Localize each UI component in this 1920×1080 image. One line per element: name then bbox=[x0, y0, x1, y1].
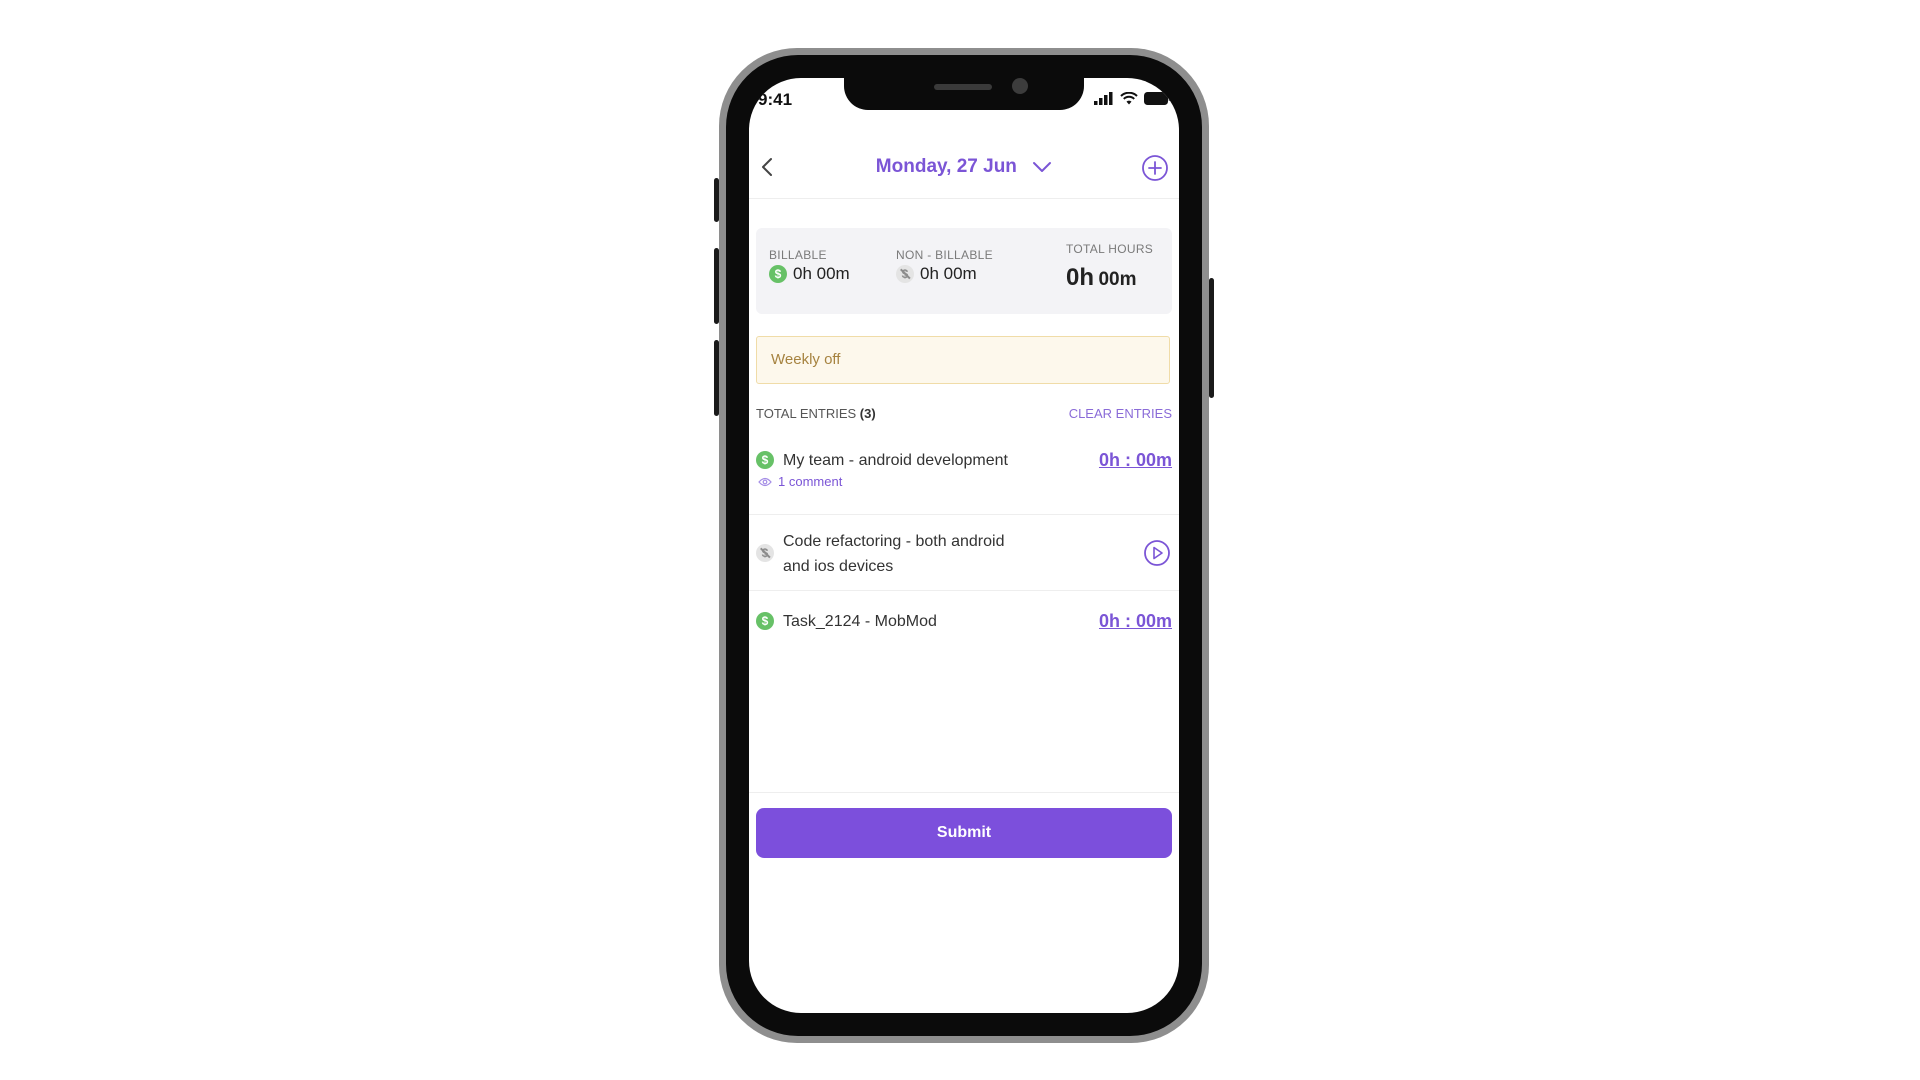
speaker-grille bbox=[934, 84, 992, 90]
status-icons bbox=[1094, 92, 1171, 105]
status-time: 9:41 bbox=[758, 90, 793, 109]
volume-down-button bbox=[714, 340, 719, 416]
total-hours-value: 0h 00m bbox=[1066, 264, 1137, 292]
non-billable-value-text: 0h 00m bbox=[920, 264, 977, 283]
entry-time[interactable]: 0h : 00m bbox=[1099, 450, 1172, 471]
billable-value-text: 0h 00m bbox=[793, 264, 850, 283]
eye-icon bbox=[758, 477, 772, 486]
phone-frame: 9:41 Monday, 27 Jun BILLABLE $ 0h 00m NO… bbox=[714, 48, 1214, 1043]
billable-value: $ 0h 00m bbox=[769, 264, 850, 284]
wifi-icon bbox=[1120, 92, 1138, 105]
comment-count: 1 comment bbox=[778, 474, 843, 489]
total-hours-m: 00m bbox=[1098, 269, 1137, 290]
list-item[interactable]: $ Task_2124 - MobMod 0h : 00m bbox=[749, 591, 1179, 649]
clear-entries-button[interactable]: CLEAR ENTRIES bbox=[1069, 406, 1172, 421]
entries-header: TOTAL ENTRIES (3) CLEAR ENTRIES bbox=[756, 406, 1172, 421]
weekly-off-notice: Weekly off bbox=[756, 336, 1170, 384]
hours-summary-card: BILLABLE $ 0h 00m NON - BILLABLE $ 0h 00… bbox=[756, 228, 1172, 314]
volume-up-button bbox=[714, 248, 719, 324]
list-item[interactable]: $ My team - android development 0h : 00m… bbox=[749, 426, 1179, 515]
front-camera bbox=[1012, 78, 1028, 94]
total-entries-count: (3) bbox=[859, 406, 876, 421]
date-selector[interactable]: Monday, 27 Jun bbox=[749, 156, 1179, 178]
submit-button[interactable]: Submit bbox=[756, 808, 1172, 858]
phone-screen: 9:41 Monday, 27 Jun BILLABLE $ 0h 00m NO… bbox=[749, 78, 1179, 1013]
battery-icon bbox=[1144, 92, 1171, 105]
billable-dollar-icon: $ bbox=[769, 265, 787, 283]
list-item[interactable]: $ Code refactoring - both android and io… bbox=[749, 515, 1179, 591]
footer-divider bbox=[749, 792, 1179, 793]
power-button bbox=[1209, 278, 1214, 398]
billable-label: BILLABLE bbox=[769, 248, 827, 262]
entry-title: Task_2124 - MobMod bbox=[783, 613, 937, 630]
total-hours-label: TOTAL HOURS bbox=[1066, 242, 1154, 256]
silent-switch bbox=[714, 178, 719, 222]
non-billable-dollar-icon: $ bbox=[896, 265, 914, 283]
comment-link[interactable]: 1 comment bbox=[758, 474, 842, 489]
entry-time[interactable]: 0h : 00m bbox=[1099, 611, 1172, 632]
total-hours-h: 0h bbox=[1066, 264, 1095, 291]
total-entries-label: TOTAL ENTRIES (3) bbox=[756, 406, 876, 421]
date-label: Monday, 27 Jun bbox=[875, 156, 1017, 177]
billable-dollar-icon: $ bbox=[756, 451, 774, 469]
entry-title: Code refactoring - both android and ios … bbox=[783, 529, 1004, 579]
notch bbox=[844, 78, 1084, 110]
entry-title-line-1: Code refactoring - both android bbox=[783, 533, 1005, 550]
plus-circle-icon[interactable] bbox=[1141, 154, 1169, 182]
chevron-down-icon bbox=[1033, 161, 1052, 172]
entry-title: My team - android development bbox=[783, 452, 1008, 469]
non-billable-value: $ 0h 00m bbox=[896, 264, 977, 284]
non-billable-dollar-icon: $ bbox=[756, 544, 774, 562]
signal-icon bbox=[1094, 92, 1113, 105]
app-header: Monday, 27 Jun bbox=[749, 142, 1179, 199]
entry-title-line-2: and ios devices bbox=[783, 558, 894, 575]
billable-dollar-icon: $ bbox=[756, 612, 774, 630]
non-billable-label: NON - BILLABLE bbox=[896, 248, 993, 262]
play-icon[interactable] bbox=[1143, 539, 1171, 567]
